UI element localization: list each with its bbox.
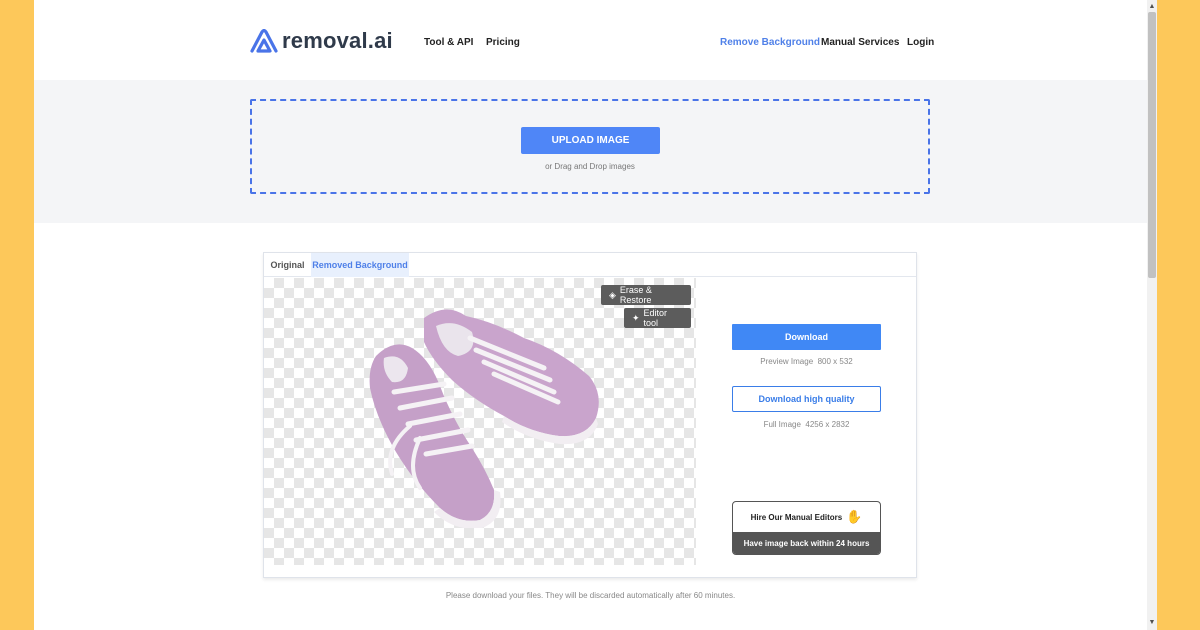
upload-section: UPLOAD IMAGE or Drag and Drop images bbox=[34, 80, 1147, 223]
scroll-down-arrow-icon[interactable]: ▼ bbox=[1147, 618, 1157, 628]
nav-pricing[interactable]: Pricing bbox=[486, 37, 520, 48]
hire-editors-card[interactable]: Hire Our Manual Editors ✋ Have image bac… bbox=[732, 501, 881, 555]
full-image-meta: Full Image 4256 x 2832 bbox=[732, 420, 881, 429]
discard-notice: Please download your files. They will be… bbox=[445, 591, 736, 600]
erase-restore-button[interactable]: ◈ Erase & Restore bbox=[601, 285, 691, 305]
full-image-size: 4256 x 2832 bbox=[805, 420, 850, 429]
scroll-up-arrow-icon[interactable]: ▲ bbox=[1147, 2, 1157, 12]
preview-image-meta: Preview Image 800 x 532 bbox=[732, 357, 881, 366]
nav-manual-services[interactable]: Manual Services bbox=[821, 37, 899, 48]
right-background bbox=[1157, 0, 1200, 630]
preview-image-label: Preview Image bbox=[760, 357, 814, 366]
logo-mark-icon bbox=[250, 29, 278, 53]
editor-tool-label: Editor tool bbox=[643, 308, 668, 328]
upload-image-button[interactable]: UPLOAD IMAGE bbox=[521, 127, 660, 154]
full-image-label: Full Image bbox=[763, 420, 801, 429]
image-preview: ◈ Erase & Restore ✦ Editor tool bbox=[264, 278, 696, 565]
nav-remove-background[interactable]: Remove Background bbox=[720, 37, 820, 48]
result-panel: Original Removed Background ◈ Erase & Re… bbox=[263, 252, 917, 578]
nav-login[interactable]: Login bbox=[907, 37, 934, 48]
drop-zone[interactable]: UPLOAD IMAGE or Drag and Drop images bbox=[250, 99, 930, 194]
drag-drop-hint: or Drag and Drop images bbox=[545, 162, 635, 171]
left-background bbox=[0, 0, 34, 630]
download-high-quality-button[interactable]: Download high quality bbox=[732, 386, 881, 412]
scrollbar[interactable]: ▲ ▼ bbox=[1147, 0, 1157, 630]
hire-editors-header: Hire Our Manual Editors ✋ bbox=[733, 502, 880, 532]
waving-hand-icon: ✋ bbox=[846, 509, 863, 524]
hire-editors-title: Hire Our Manual Editors bbox=[750, 512, 843, 522]
erase-restore-label: Erase & Restore bbox=[619, 285, 652, 305]
eraser-icon: ◈ bbox=[609, 289, 616, 300]
scroll-thumb[interactable] bbox=[1148, 12, 1156, 278]
download-sidebar: Download Preview Image 800 x 532 Downloa… bbox=[696, 278, 916, 577]
preview-image-size: 800 x 532 bbox=[817, 357, 853, 366]
logo[interactable]: removal.ai bbox=[250, 28, 393, 54]
page: removal.ai Tool & API Pricing Remove Bac… bbox=[34, 0, 1147, 630]
editor-tool-button[interactable]: ✦ Editor tool bbox=[624, 308, 691, 328]
download-button[interactable]: Download bbox=[732, 324, 881, 350]
magic-wand-icon: ✦ bbox=[632, 312, 640, 323]
site-header: removal.ai Tool & API Pricing Remove Bac… bbox=[34, 0, 1147, 80]
tab-removed-background[interactable]: Removed Background bbox=[311, 253, 409, 277]
sneakers-image bbox=[369, 309, 599, 528]
nav-tool-api[interactable]: Tool & API bbox=[424, 37, 473, 48]
hire-editors-subtitle: Have image back within 24 hours bbox=[733, 532, 880, 554]
tab-original[interactable]: Original bbox=[264, 253, 311, 277]
result-tabs: Original Removed Background bbox=[264, 253, 916, 277]
logo-text: removal.ai bbox=[282, 28, 393, 53]
